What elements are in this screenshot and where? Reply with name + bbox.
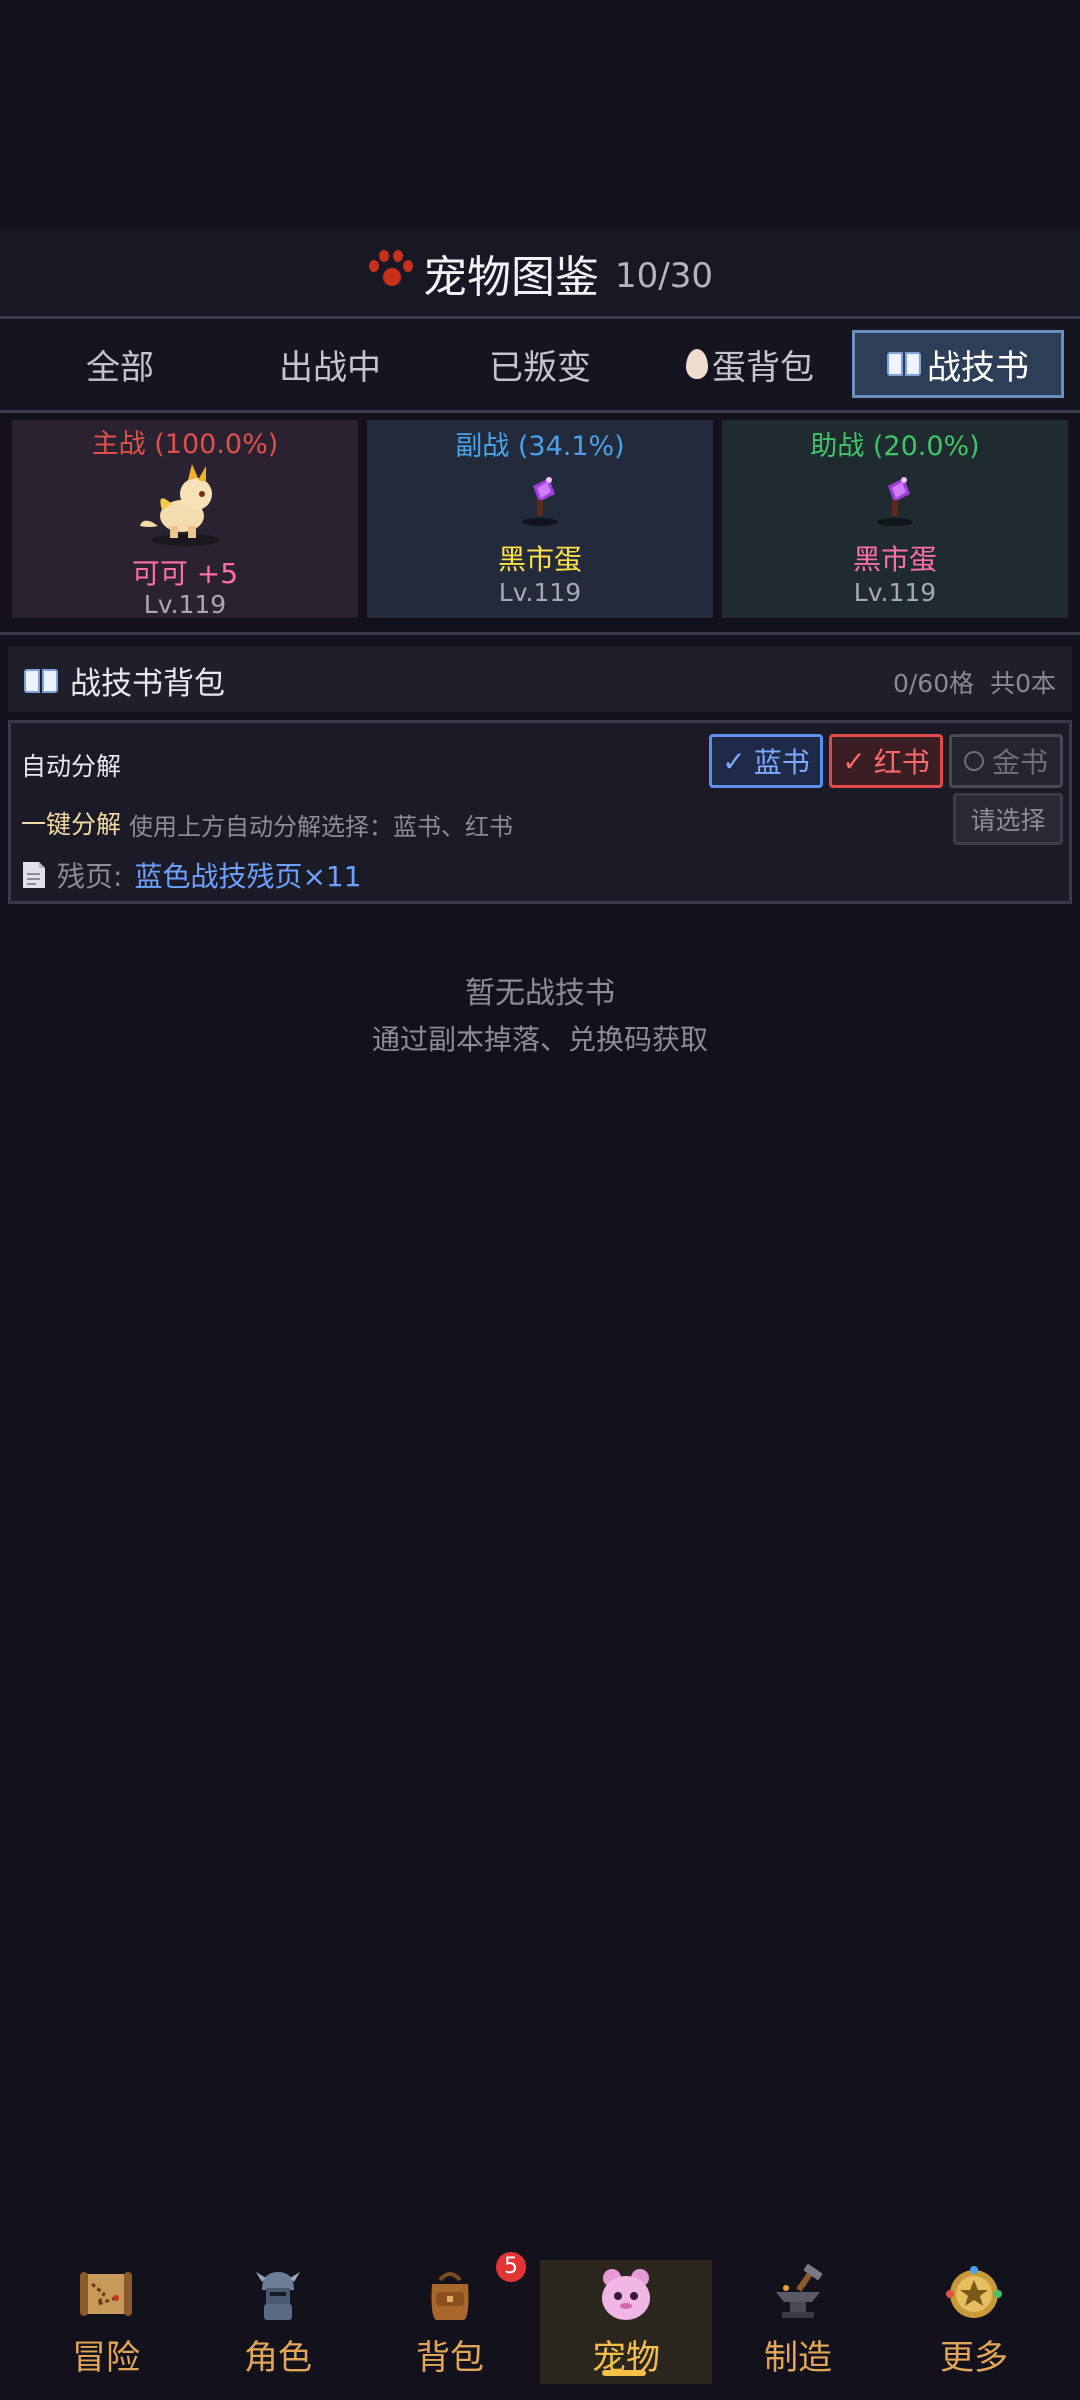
red-book-toggle[interactable]: ✓ 红书 xyxy=(829,734,943,788)
page-icon xyxy=(23,862,45,888)
auto-decompose-panel: 自动分解 ✓ 蓝书 ✓ 红书 金书 一键分解 使用上方自动分解选择：蓝书、红书 … xyxy=(8,720,1072,904)
fragment-label: 残页: xyxy=(57,860,123,893)
anvil-icon xyxy=(776,2264,823,2318)
pet-slot-support[interactable]: 助战 (20.0%) 黑市蛋 Lv.119 xyxy=(722,420,1068,618)
fragment-row: 残页: 蓝色战技残页×11 xyxy=(21,855,362,895)
tab-egg-bag[interactable]: 蛋背包 xyxy=(650,330,850,398)
nav-craft[interactable]: 制造 xyxy=(712,2250,884,2400)
one-click-decompose-desc: 使用上方自动分解选择：蓝书、红书 xyxy=(129,813,513,841)
one-click-decompose-label[interactable]: 一键分解 xyxy=(21,805,121,841)
check-icon: ✓ xyxy=(842,744,866,778)
toggle-label: 蓝书 xyxy=(753,746,810,779)
nav-label: 角色 xyxy=(244,2338,312,2378)
star-medal-icon xyxy=(946,2266,1002,2318)
nav-label: 背包 xyxy=(416,2338,484,2378)
empty-state-hint: 通过副本掉落、兑换码获取 xyxy=(371,1023,708,1056)
pet-name: 黑市蛋 xyxy=(852,543,937,576)
slot-role: 副战 (34.1%) xyxy=(455,431,625,462)
nav-label: 更多 xyxy=(940,2338,1008,2378)
nav-adventure[interactable]: 冒险 xyxy=(20,2250,192,2400)
pet-icon xyxy=(602,2269,650,2320)
book-icon xyxy=(24,668,58,693)
pet-level: Lv.119 xyxy=(498,578,582,607)
tab-label: 已叛变 xyxy=(489,347,591,388)
egg-icon xyxy=(686,349,708,379)
auto-decompose-label: 自动分解 xyxy=(21,752,122,781)
pet-name: 黑市蛋 xyxy=(497,543,582,576)
nav-label: 制造 xyxy=(764,2338,832,2378)
gold-book-toggle[interactable]: 金书 xyxy=(949,734,1063,788)
tab-skill-books[interactable]: 战技书 xyxy=(852,330,1064,398)
pet-level: Lv.119 xyxy=(143,590,227,619)
bag-slots: 0/60格 xyxy=(892,669,975,698)
pet-slot-secondary[interactable]: 副战 (34.1%) 黑市蛋 Lv.119 xyxy=(367,420,713,618)
check-icon: ✓ xyxy=(722,744,746,778)
skill-book-bag-header: 战技书背包 0/60格 共0本 xyxy=(8,646,1072,712)
bag-total: 共0本 xyxy=(990,669,1056,698)
tab-in-battle[interactable]: 出战中 xyxy=(230,330,430,398)
tab-label: 战技书 xyxy=(927,347,1029,388)
bottom-nav: 冒险 角色 5 背包 宠物 制造 更多 xyxy=(0,2250,1080,2400)
nav-pet[interactable]: 宠物 xyxy=(540,2260,712,2384)
page-header: 宠物图鉴 10/30 xyxy=(0,230,1080,319)
tab-label: 出战中 xyxy=(279,347,381,388)
bag-icon xyxy=(431,2272,469,2320)
active-indicator xyxy=(602,2370,646,2376)
blue-book-toggle[interactable]: ✓ 蓝书 xyxy=(709,734,823,788)
empty-state-title: 暂无战技书 xyxy=(465,976,615,1011)
tab-all[interactable]: 全部 xyxy=(20,330,220,398)
page-title: 宠物图鉴 xyxy=(423,252,599,303)
tab-label: 全部 xyxy=(86,347,154,388)
filter-tabs: 全部 出战中 已叛变 蛋背包 战技书 xyxy=(0,320,1080,413)
bag-title: 战技书背包 xyxy=(70,666,225,702)
nav-bag[interactable]: 5 背包 xyxy=(364,2250,536,2400)
slot-role: 助战 (20.0%) xyxy=(810,431,980,462)
pet-dragon-sprite xyxy=(140,464,220,546)
pet-slot-main[interactable]: 主战 (100.0%) 可可 +5 Lv.119 xyxy=(12,420,358,619)
pet-level: Lv.119 xyxy=(853,578,937,607)
black-market-egg-sprite xyxy=(877,477,913,526)
select-button[interactable]: 请选择 xyxy=(953,793,1063,845)
black-market-egg-sprite xyxy=(522,477,558,526)
map-scroll-icon xyxy=(80,2272,132,2316)
paw-icon xyxy=(367,250,413,296)
nav-more[interactable]: 更多 xyxy=(888,2250,1060,2400)
notification-badge: 5 xyxy=(496,2252,526,2282)
unchecked-circle-icon xyxy=(963,751,984,771)
toggle-label: 红书 xyxy=(873,746,930,779)
tab-betrayed[interactable]: 已叛变 xyxy=(440,330,640,398)
collection-count: 10/30 xyxy=(615,256,713,296)
slot-role: 主战 (100.0%) xyxy=(91,429,279,460)
book-icon xyxy=(887,352,921,376)
fragment-value: 蓝色战技残页×11 xyxy=(134,860,362,893)
tab-label: 蛋背包 xyxy=(712,347,814,388)
divider xyxy=(0,632,1080,635)
toggle-label: 金书 xyxy=(991,746,1048,779)
nav-label: 冒险 xyxy=(72,2338,140,2378)
nav-character[interactable]: 角色 xyxy=(192,2250,364,2400)
pet-name: 可可 +5 xyxy=(131,557,239,590)
knight-icon xyxy=(256,2272,300,2320)
